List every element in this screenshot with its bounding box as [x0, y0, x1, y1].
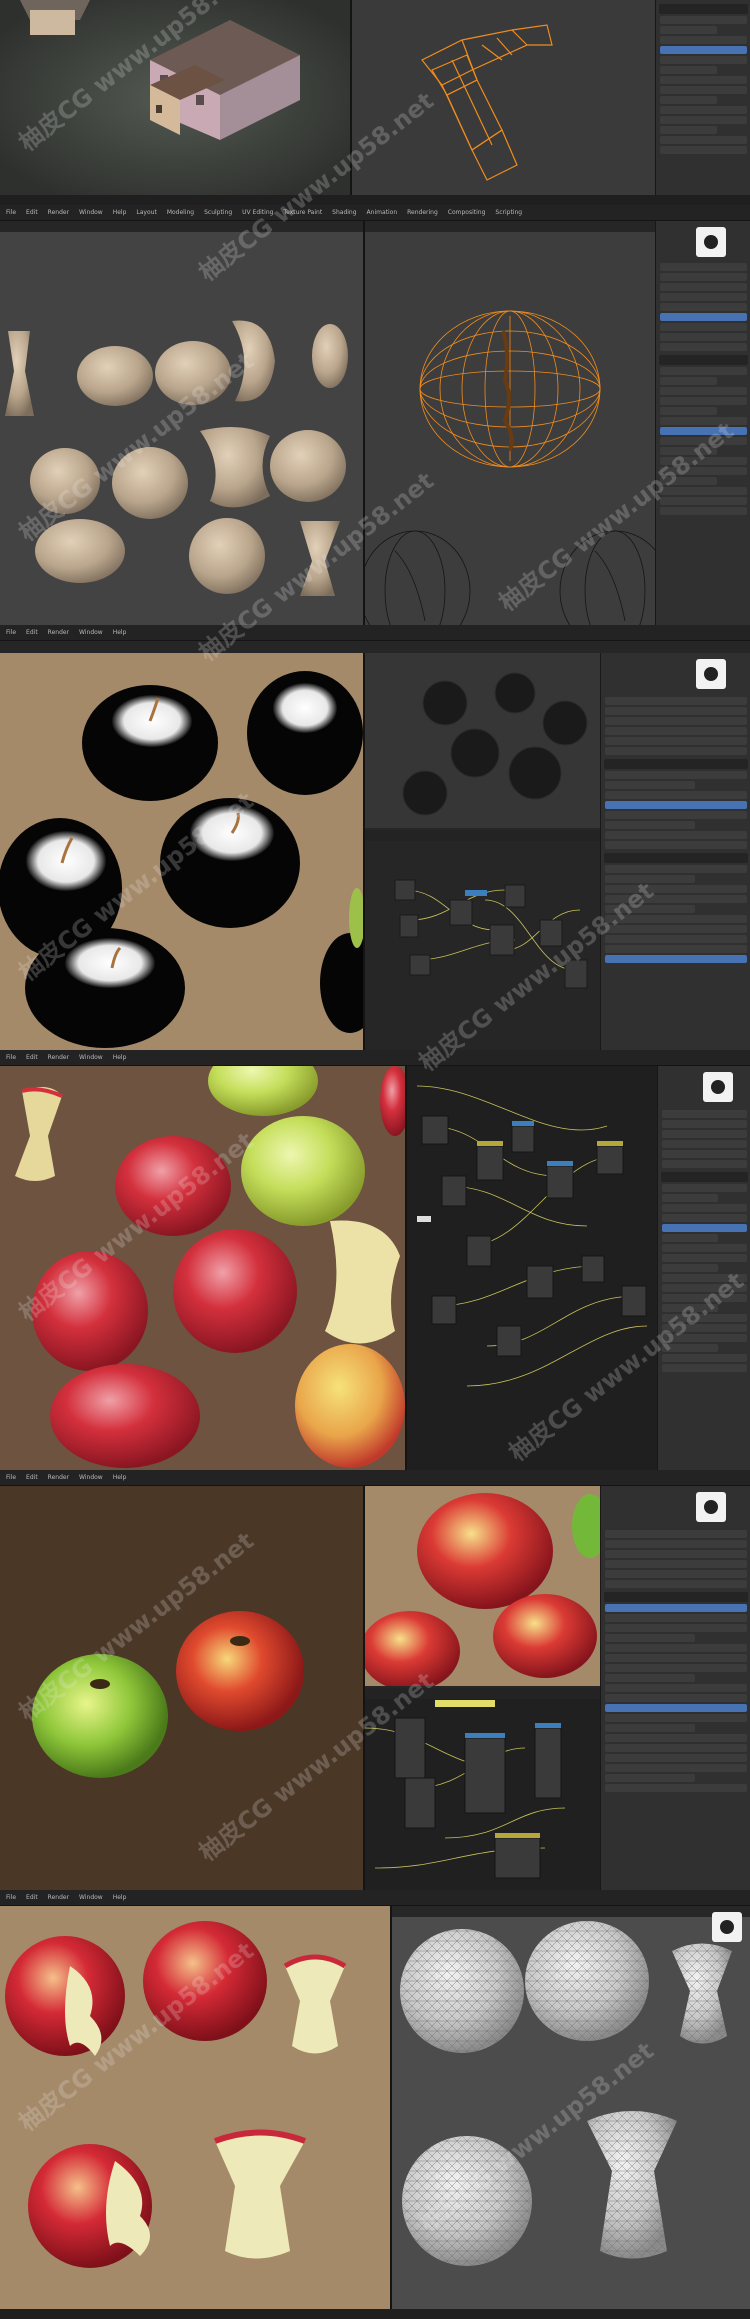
tab-sculpting[interactable]: Sculpting [204, 205, 232, 221]
logo-icon [712, 1912, 742, 1942]
viewport-black-apples[interactable] [0, 653, 363, 1050]
node-editor[interactable] [365, 830, 600, 1040]
outliner-properties[interactable] [655, 221, 750, 625]
tab-modeling[interactable]: Modeling [167, 205, 194, 221]
houses-render [0, 0, 350, 195]
tab-rendering[interactable]: Rendering [407, 205, 438, 221]
menu-render[interactable]: Render [48, 1050, 69, 1066]
node-editor-header [365, 830, 600, 841]
menu-file[interactable]: File [6, 1470, 16, 1486]
menu-edit[interactable]: Edit [26, 1470, 38, 1486]
menu-help[interactable]: Help [113, 625, 127, 641]
status-bar [0, 195, 750, 205]
viewport-header [365, 221, 655, 232]
top-menu-bar: File Edit Render Window Help [0, 1890, 750, 1906]
viewport-red-apples[interactable] [0, 1066, 405, 1470]
logo-icon [696, 1492, 726, 1522]
tab-compositing[interactable]: Compositing [448, 205, 486, 221]
menu-help[interactable]: Help [113, 205, 127, 221]
tab-layout[interactable]: Layout [136, 205, 156, 221]
viewport-header [392, 1906, 750, 1917]
panel-black-apples-nodes: File Edit Render Window Help [0, 625, 750, 1050]
menu-render[interactable]: Render [48, 1890, 69, 1906]
tab-uv-editing[interactable]: UV Editing [242, 205, 273, 221]
menu-file[interactable]: File [6, 1890, 16, 1906]
menu-render[interactable]: Render [48, 205, 69, 221]
shader-nodes [394, 879, 588, 989]
outliner-properties[interactable] [600, 1486, 750, 1890]
menu-help[interactable]: Help [113, 1470, 127, 1486]
shader-nodes [365, 1700, 566, 1879]
two-apples [32, 1611, 304, 1778]
panel-red-apples-shading: File Edit Render Window Help [0, 1050, 750, 1470]
top-menu-bar: File Edit Render Window Help [0, 625, 750, 641]
viewport-render-preview[interactable] [365, 1486, 600, 1686]
clay-wireframe-apples [400, 1921, 732, 2266]
viewport-bitten-apples[interactable] [0, 1906, 390, 2309]
menu-help[interactable]: Help [113, 1050, 127, 1066]
menu-edit[interactable]: Edit [26, 205, 38, 221]
outliner-properties[interactable] [657, 1066, 750, 1470]
viewport-header [0, 221, 363, 232]
node-editor-header [365, 1688, 600, 1699]
viewport-sculpt-apples[interactable] [0, 221, 363, 625]
properties-panel[interactable] [655, 0, 750, 195]
dark-apples [402, 672, 588, 816]
menu-edit[interactable]: Edit [26, 625, 38, 641]
menu-window[interactable]: Window [79, 1470, 103, 1486]
viewport-dark-apples[interactable] [365, 653, 600, 828]
menu-file[interactable]: File [6, 205, 16, 221]
render-preview-apples [365, 1493, 600, 1686]
sculpted-apples [5, 320, 348, 596]
menu-render[interactable]: Render [48, 1470, 69, 1486]
top-menu-bar: File Edit Render Window Help Layout Mode… [0, 205, 750, 221]
bitten-apples [5, 1921, 347, 2268]
tab-texture-paint[interactable]: Texture Paint [283, 205, 322, 221]
viewport-houses-render[interactable] [0, 0, 350, 195]
menu-help[interactable]: Help [113, 1890, 127, 1906]
menu-window[interactable]: Window [79, 625, 103, 641]
viewport-apple-wireframe[interactable] [365, 221, 655, 625]
viewport-two-apples[interactable] [0, 1486, 363, 1890]
tab-animation[interactable]: Animation [367, 205, 398, 221]
viewport-houses-wireframe[interactable] [352, 0, 655, 195]
black-apples [0, 671, 363, 1048]
tab-scripting[interactable]: Scripting [495, 205, 522, 221]
node-editor[interactable] [365, 1688, 600, 1890]
menu-window[interactable]: Window [79, 205, 103, 221]
apple-wireframe [365, 310, 655, 625]
logo-icon [696, 227, 726, 257]
menu-window[interactable]: Window [79, 1050, 103, 1066]
menu-file[interactable]: File [6, 1050, 16, 1066]
panel-apple-sculpt: File Edit Render Window Help Layout Mode… [0, 205, 750, 625]
panel-two-apples-render: File Edit Render Window Help [0, 1470, 750, 1890]
shader-nodes [416, 1085, 648, 1387]
menu-edit[interactable]: Edit [26, 1890, 38, 1906]
tab-shading[interactable]: Shading [332, 205, 356, 221]
panel-houses-wireframe [0, 0, 750, 205]
top-menu-bar: File Edit Render Window Help [0, 1050, 750, 1066]
logo-icon [696, 659, 726, 689]
outliner-properties[interactable] [600, 653, 750, 1050]
menu-render[interactable]: Render [48, 625, 69, 641]
top-menu-bar: File Edit Render Window Help [0, 1470, 750, 1486]
menu-file[interactable]: File [6, 625, 16, 641]
red-apples [15, 1066, 405, 1468]
menu-edit[interactable]: Edit [26, 1050, 38, 1066]
panel-bitten-apples-wireframe: File Edit Render Window Help [0, 1890, 750, 2319]
menu-window[interactable]: Window [79, 1890, 103, 1906]
houses-wireframe [421, 24, 553, 181]
logo-icon [703, 1072, 733, 1102]
node-editor[interactable] [407, 1066, 657, 1470]
status-bar [0, 2309, 750, 2319]
viewport-clay-wireframe[interactable] [392, 1906, 750, 2309]
